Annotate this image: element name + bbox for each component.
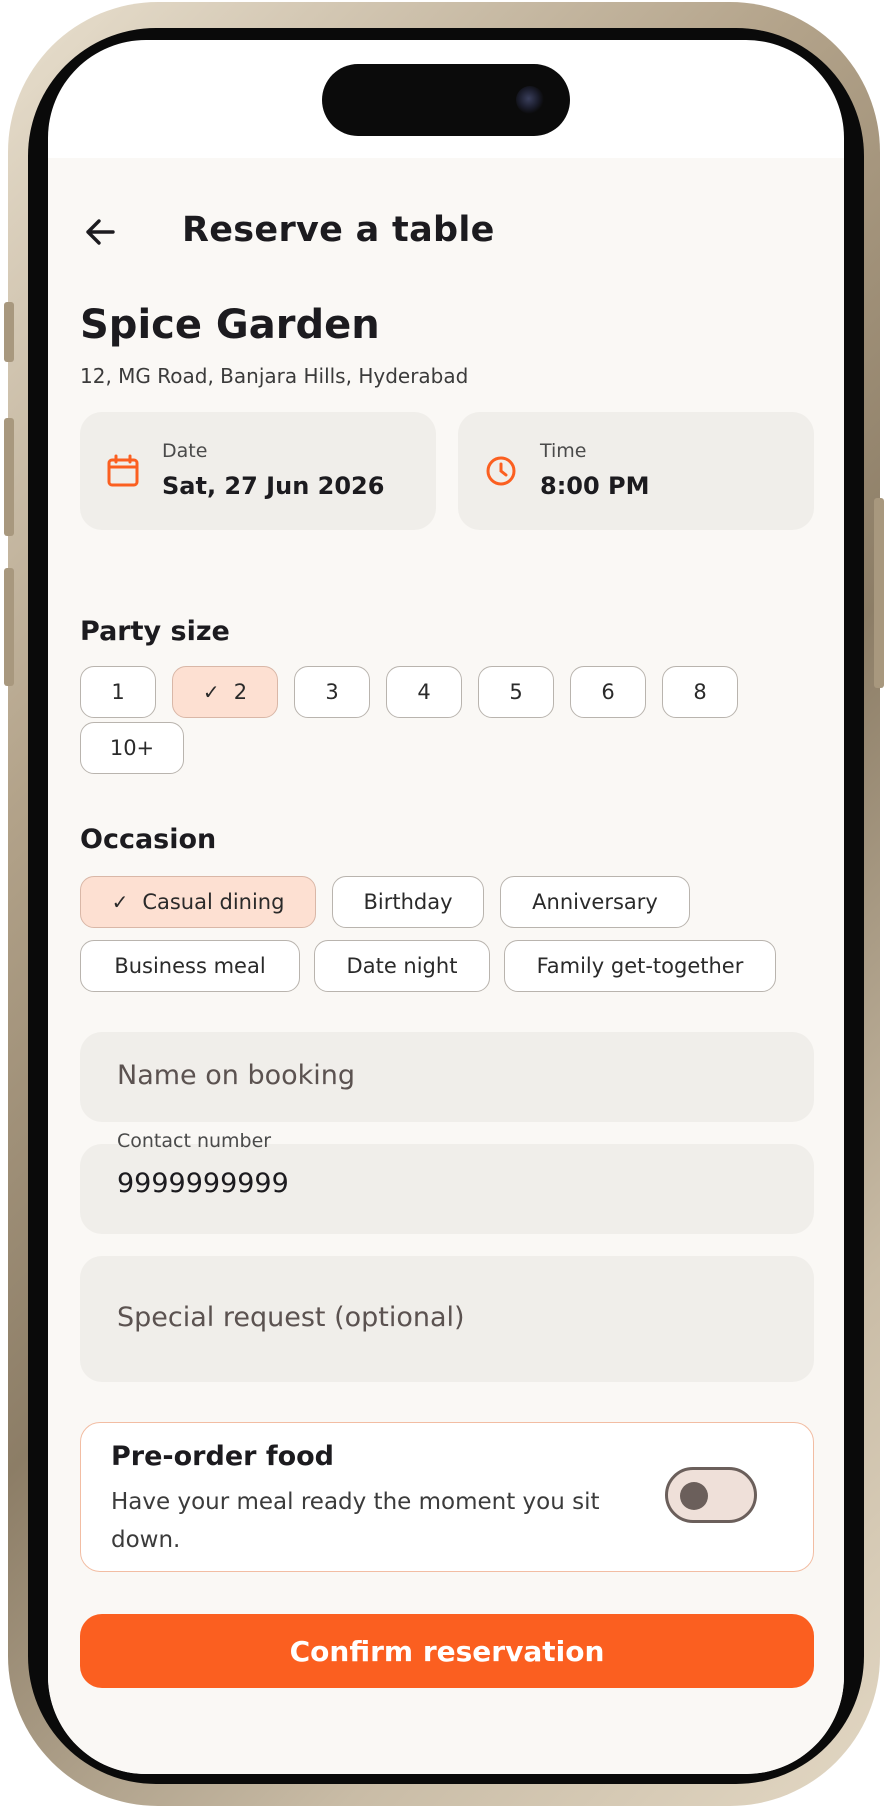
toggle-knob — [680, 1482, 708, 1510]
dynamic-island — [322, 64, 570, 136]
party-size-chip-3[interactable]: 3 — [294, 666, 370, 718]
clock-icon — [486, 456, 516, 486]
occasion-chip-casual-dining[interactable]: ✓ Casual dining — [80, 876, 316, 928]
mute-switch — [4, 302, 14, 362]
time-value: 8:00 PM — [540, 472, 650, 500]
special-request-placeholder: Special request (optional) — [117, 1302, 465, 1333]
check-icon: ✓ — [202, 680, 220, 704]
pre-order-title: Pre-order food — [111, 1441, 335, 1472]
power-button — [874, 498, 884, 688]
party-size-chip-5[interactable]: 5 — [478, 666, 554, 718]
restaurant-address: 12, MG Road, Banjara Hills, Hyderabad — [80, 364, 469, 388]
volume-up-button — [4, 418, 14, 536]
pre-order-card: Pre-order food Have your meal ready the … — [80, 1422, 814, 1572]
front-camera — [516, 86, 544, 114]
confirm-reservation-label: Confirm reservation — [289, 1634, 605, 1668]
special-request-input[interactable]: Special request (optional) — [80, 1256, 814, 1382]
party-size-chip-8[interactable]: 8 — [662, 666, 738, 718]
name-placeholder: Name on booking — [117, 1060, 356, 1091]
party-size-chip-1[interactable]: 1 — [80, 666, 156, 718]
check-icon: ✓ — [111, 890, 129, 914]
occasion-chip-date-night[interactable]: Date night — [314, 940, 490, 992]
occasion-chip-business-meal[interactable]: Business meal — [80, 940, 300, 992]
time-label: Time — [540, 440, 587, 462]
calendar-icon — [107, 454, 139, 487]
party-size-chip-10-plus[interactable]: 10+ — [80, 722, 184, 774]
back-arrow-icon[interactable] — [80, 212, 120, 252]
occasion-chip-anniversary[interactable]: Anniversary — [500, 876, 690, 928]
date-label: Date — [162, 440, 208, 462]
reservation-screen: Reserve a table Spice Garden 12, MG Road… — [48, 158, 844, 1774]
occasion-heading: Occasion — [80, 824, 217, 855]
pre-order-description: Have your meal ready the moment you sit … — [111, 1489, 600, 1553]
party-size-chip-4[interactable]: 4 — [386, 666, 462, 718]
date-picker[interactable]: Date Sat, 27 Jun 2026 — [80, 412, 436, 530]
time-picker[interactable]: Time 8:00 PM — [458, 412, 814, 530]
page-title: Reserve a table — [182, 210, 495, 250]
contact-number-value: 9999999999 — [117, 1168, 289, 1199]
date-value: Sat, 27 Jun 2026 — [162, 472, 385, 500]
phone-screen: Reserve a table Spice Garden 12, MG Road… — [48, 40, 844, 1774]
party-size-chip-2[interactable]: ✓ 2 — [172, 666, 278, 718]
volume-down-button — [4, 568, 14, 686]
party-size-chip-6[interactable]: 6 — [570, 666, 646, 718]
contact-number-label: Contact number — [117, 1130, 272, 1152]
contact-number-input[interactable]: Contact number 9999999999 — [80, 1130, 814, 1234]
occasion-chip-family-get-together[interactable]: Family get-together — [504, 940, 776, 992]
pre-order-toggle[interactable] — [665, 1467, 757, 1523]
name-on-booking-input[interactable]: Name on booking — [80, 1032, 814, 1122]
restaurant-name: Spice Garden — [80, 302, 380, 348]
confirm-reservation-button[interactable]: Confirm reservation — [80, 1614, 814, 1688]
party-size-heading: Party size — [80, 616, 230, 647]
occasion-chip-birthday[interactable]: Birthday — [332, 876, 484, 928]
